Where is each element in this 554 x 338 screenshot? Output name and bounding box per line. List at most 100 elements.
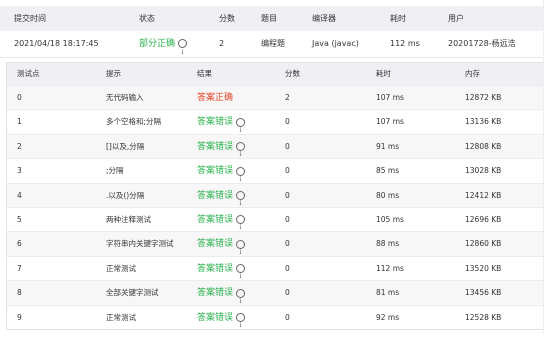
test-result[interactable]: 答案错误i <box>197 306 246 330</box>
compiler-name: Java (javac) <box>312 39 359 48</box>
test-point-table: 测试点 提示 结果 分数 耗时 内存 0 无代码输入 答案正确 2 107 ms 1287… <box>6 62 544 330</box>
test-result[interactable]: 答案错误i <box>197 159 246 183</box>
submission-row: 2021/04/18 18:17:45 部分正确i 2 编程题 Java (ja… <box>0 31 554 58</box>
status-text: 部分正确 <box>139 39 176 49</box>
col-hint: 提示 <box>106 69 121 78</box>
result-text: 答案错误 <box>197 166 234 177</box>
test-hint: 全部关键字测试 <box>106 288 159 298</box>
test-id: 1 <box>17 117 22 127</box>
test-score: 0 <box>285 288 290 298</box>
result-text: 答案错误 <box>197 312 234 323</box>
header-problem: 题目 <box>261 14 277 23</box>
test-id: 8 <box>17 288 22 298</box>
table-row: 7 正常测试 答案错误i 0 112 ms 13520 KB <box>7 255 543 281</box>
col-memory: 内存 <box>465 69 480 78</box>
result-text: 答案错误 <box>197 239 234 250</box>
test-table-header: 测试点 提示 结果 分数 耗时 内存 <box>7 63 543 85</box>
test-score: 0 <box>285 117 290 127</box>
test-hint: 正常测试 <box>106 263 136 273</box>
info-icon[interactable]: i <box>236 142 246 158</box>
submission-header: 提交时间 状态 分数 题目 编译器 耗时 用户 <box>0 6 554 32</box>
submit-time: 2021/04/18 18:17:45 <box>14 39 99 48</box>
test-memory: 13520 KB <box>465 263 502 273</box>
test-result[interactable]: 答案错误i <box>197 257 246 281</box>
test-score: 0 <box>285 190 290 200</box>
table-row: 9 正常测试 答案错误i 0 92 ms 12528 KB <box>7 304 543 330</box>
test-result[interactable]: 答案错误i <box>197 232 246 256</box>
info-icon[interactable]: i <box>236 215 246 231</box>
test-time: 80 ms <box>376 190 400 200</box>
test-memory: 12412 KB <box>465 190 502 200</box>
table-row: 2 []以及,分隔 答案错误i 0 91 ms 12808 KB <box>7 133 543 159</box>
test-hint: 两种注释测试 <box>106 214 151 224</box>
test-id: 3 <box>17 166 22 176</box>
header-user: 用户 <box>448 14 464 23</box>
test-result[interactable]: 答案错误i <box>197 135 246 159</box>
info-icon[interactable]: i <box>236 288 246 305</box>
table-row: 4 .以及()分隔 答案错误i 0 80 ms 12412 KB <box>7 182 543 208</box>
info-icon[interactable]: i <box>236 239 246 256</box>
info-icon[interactable]: i <box>178 39 188 56</box>
table-row: 5 两种注释测试 答案错误i 0 105 ms 12696 KB <box>7 206 543 232</box>
test-time: 105 ms <box>376 214 404 224</box>
user-name[interactable]: 20201728-杨远浩 <box>448 31 516 57</box>
test-hint: []以及,分隔 <box>106 141 145 151</box>
test-score: 0 <box>285 239 290 249</box>
test-hint: 正常测试 <box>106 312 136 322</box>
result-text: 答案正确 <box>197 93 234 103</box>
info-icon[interactable]: i <box>236 264 246 280</box>
col-result: 结果 <box>197 69 212 78</box>
test-result[interactable]: 答案错误i <box>197 110 246 134</box>
test-memory: 12808 KB <box>465 141 502 151</box>
test-id: 5 <box>17 214 22 224</box>
info-icon[interactable]: i <box>236 117 246 134</box>
result-text: 答案错误 <box>197 214 234 225</box>
test-id: 6 <box>17 239 22 249</box>
test-time: 112 ms <box>376 263 404 273</box>
table-row: 0 无代码输入 答案正确 2 107 ms 12872 KB <box>7 85 543 110</box>
test-score: 0 <box>285 166 290 176</box>
test-memory: 13028 KB <box>465 166 502 176</box>
scrollbar-track[interactable] <box>543 0 554 334</box>
test-result[interactable]: 答案错误i <box>197 184 246 208</box>
test-table-body: 0 无代码输入 答案正确 2 107 ms 12872 KB 1 多个空格和;分隔 答案错误i 0… <box>7 85 543 329</box>
test-time: 107 ms <box>376 93 404 102</box>
test-memory: 12696 KB <box>465 214 502 224</box>
header-status: 状态 <box>139 14 155 23</box>
test-id: 9 <box>17 312 22 322</box>
test-result: 答案正确 <box>197 86 233 110</box>
test-score: 0 <box>285 263 290 273</box>
test-score: 2 <box>285 93 290 102</box>
test-time: 91 ms <box>376 141 400 151</box>
table-row: 1 多个空格和;分隔 答案错误i 0 107 ms 13136 KB <box>7 109 543 134</box>
test-hint: 多个空格和;分隔 <box>106 117 162 127</box>
submission-status[interactable]: 部分正确i <box>139 31 188 57</box>
test-score: 0 <box>285 214 290 224</box>
test-hint: ;分隔 <box>106 166 124 176</box>
header-submit-time: 提交时间 <box>14 14 46 23</box>
elapsed-time: 112 ms <box>390 39 420 48</box>
test-result[interactable]: 答案错误i <box>197 281 246 305</box>
test-result[interactable]: 答案错误i <box>197 208 246 232</box>
result-text: 答案错误 <box>197 117 234 128</box>
col-score: 分数 <box>285 69 300 78</box>
test-memory: 12872 KB <box>465 93 502 102</box>
header-score: 分数 <box>219 14 235 23</box>
info-icon[interactable]: i <box>236 191 246 207</box>
info-icon[interactable]: i <box>236 313 246 329</box>
col-time: 耗时 <box>376 69 391 78</box>
test-hint: 无代码输入 <box>106 93 144 102</box>
test-time: 81 ms <box>376 288 400 298</box>
info-icon[interactable]: i <box>236 166 246 183</box>
header-compiler: 编译器 <box>312 14 336 23</box>
test-time: 88 ms <box>376 239 400 249</box>
test-memory: 13136 KB <box>465 117 502 127</box>
test-id: 4 <box>17 190 22 200</box>
test-hint: .以及()分隔 <box>106 190 145 200</box>
problem-type: 编程题 <box>261 39 285 48</box>
table-row: 3 ;分隔 答案错误i 0 85 ms 13028 KB <box>7 158 543 183</box>
test-id: 7 <box>17 263 22 273</box>
test-time: 107 ms <box>376 117 404 127</box>
test-score: 0 <box>285 141 290 151</box>
test-id: 2 <box>17 141 22 151</box>
